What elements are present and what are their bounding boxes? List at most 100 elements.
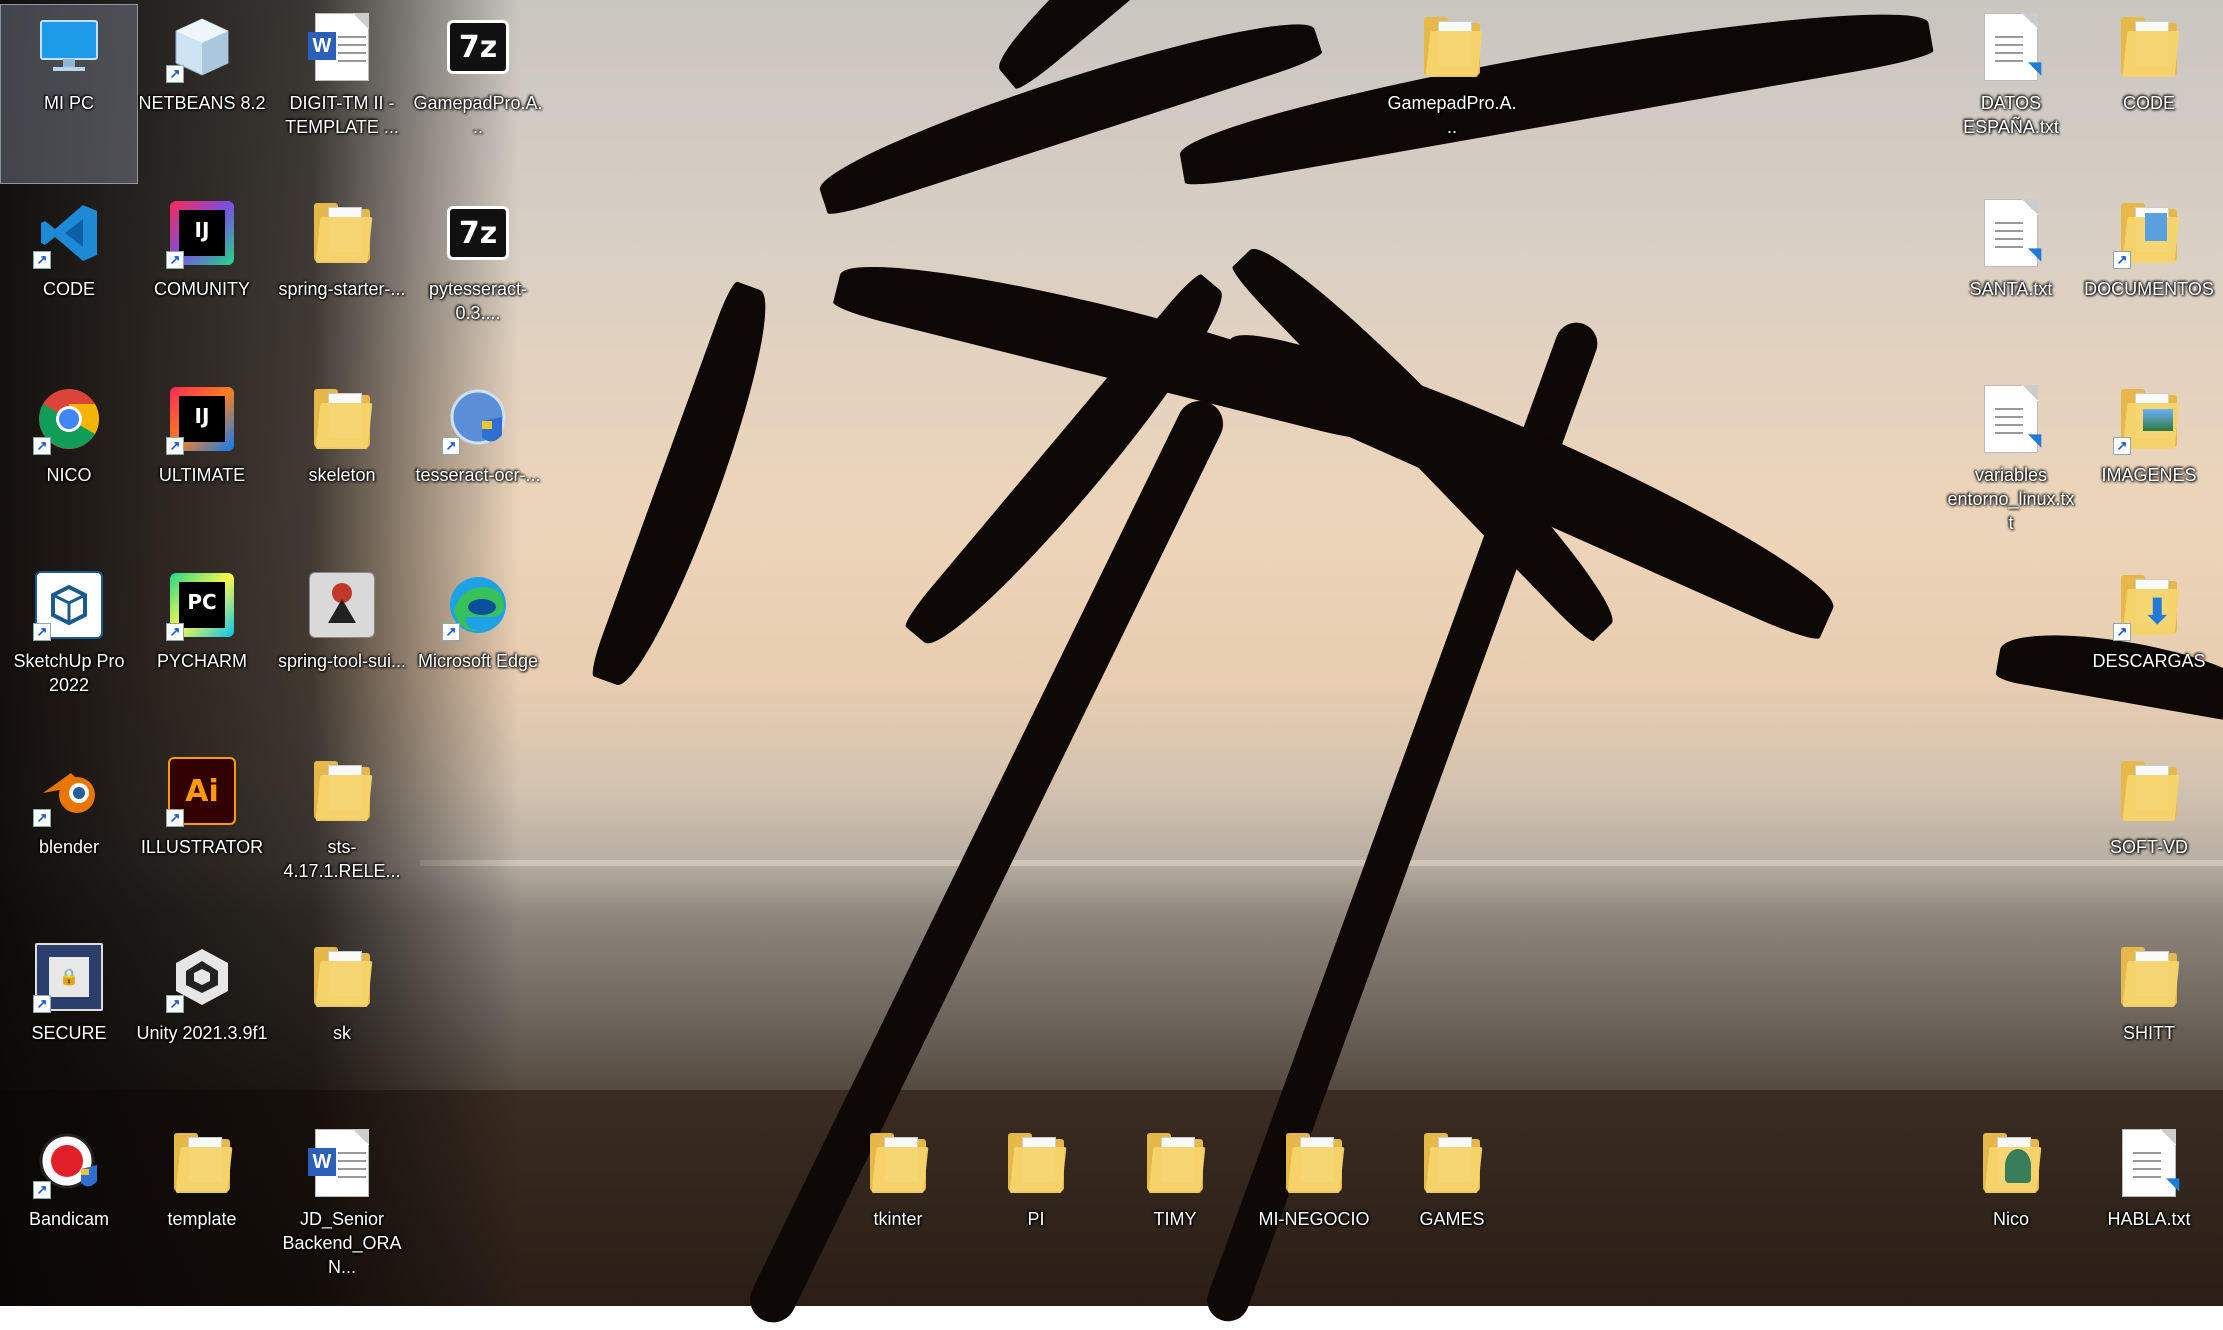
desktop-icon-descargas[interactable]: ⬇ ↗ DESCARGAS	[2080, 562, 2218, 742]
desktop-icon-nico[interactable]: Nico	[1942, 1120, 2080, 1300]
7zip-archive-icon: 7z	[442, 197, 514, 269]
desktop-icon-label: DESCARGAS	[2092, 651, 2206, 671]
desktop-icon-label: HABLA.txt	[2107, 1209, 2191, 1229]
desktop-icon-sk[interactable]: sk	[273, 934, 411, 1114]
shortcut-arrow-icon: ↗	[33, 623, 51, 641]
desktop-icon-label: GamepadPro.A...	[413, 93, 543, 137]
desktop-icon-label: tkinter	[873, 1209, 923, 1229]
folder-icon	[2113, 755, 2185, 827]
desktop-icon-spring-starter[interactable]: spring-starter-...	[273, 190, 411, 370]
desktop-icon-gamepadpro-a[interactable]: GamepadPro.A...	[1383, 4, 1521, 184]
7zip-archive-icon: 7z	[442, 11, 514, 83]
horizon-line	[420, 860, 2223, 866]
shortcut-arrow-icon: ↗	[442, 437, 460, 455]
computer-icon	[33, 11, 105, 83]
desktop-icon-variables-entorno-linux-txt[interactable]: ◥ variables entorno_linux.txt	[1942, 376, 2080, 556]
desktop-icon-comunity[interactable]: IJ ↗ COMUNITY	[133, 190, 271, 370]
desktop-icon-spring-tool-sui[interactable]: spring-tool-sui...	[273, 562, 411, 742]
bandicam-icon: ↗	[33, 1127, 105, 1199]
desktop-icon-label: SHITT	[2123, 1023, 2175, 1043]
desktop-icon-netbeans-8-2[interactable]: ↗ NETBEANS 8.2	[133, 4, 271, 184]
sketchup-icon: ↗	[33, 569, 105, 641]
desktop-icon-code[interactable]: ↗ CODE	[0, 190, 138, 370]
desktop-icon-label: TIMY	[1153, 1209, 1197, 1229]
desktop-icon-games[interactable]: GAMES	[1383, 1120, 1521, 1300]
desktop-icon-tesseract-ocr[interactable]: ↗ tesseract-ocr-...	[409, 376, 547, 556]
desktop-icon-pycharm[interactable]: PC ↗ PYCHARM	[133, 562, 271, 742]
folder-icon	[1139, 1127, 1211, 1199]
secure-app-icon: 🔒 ↗	[33, 941, 105, 1013]
desktop-icon-skeleton[interactable]: skeleton	[273, 376, 411, 556]
desktop-icon-datos-espa-a-txt[interactable]: ◥ DATOS ESPAÑA.txt	[1942, 4, 2080, 184]
edge-icon: ↗	[442, 569, 514, 641]
desktop-icon-documentos[interactable]: ↗ DOCUMENTOS	[2080, 190, 2218, 370]
desktop-icon-pi[interactable]: PI	[967, 1120, 1105, 1300]
desktop-icon-ultimate[interactable]: IJ ↗ ULTIMATE	[133, 376, 271, 556]
desktop-icon-imagenes[interactable]: ↗ IMAGENES	[2080, 376, 2218, 556]
intellij-community-icon: IJ ↗	[166, 197, 238, 269]
desktop-icon-label: Nico	[1992, 1209, 2029, 1229]
java-installer-icon	[306, 569, 378, 641]
desktop-icon-pytesseract-0-3[interactable]: 7z pytesseract-0.3....	[409, 190, 547, 370]
desktop-icon-label: SketchUp Pro 2022	[13, 651, 125, 695]
text-document-icon: ◥	[1975, 11, 2047, 83]
desktop-icon-label: Unity 2021.3.9f1	[136, 1023, 268, 1043]
folder-icon	[1416, 1127, 1488, 1199]
desktop-icon-shitt[interactable]: SHITT	[2080, 934, 2218, 1114]
text-document-icon: ◥	[1975, 383, 2047, 455]
desktop-icon-unity-2021-3-9f1[interactable]: ↗ Unity 2021.3.9f1	[133, 934, 271, 1114]
shortcut-arrow-icon: ↗	[166, 65, 184, 83]
desktop-icon-illustrator[interactable]: Ai ↗ ILLUSTRATOR	[133, 748, 271, 928]
shortcut-arrow-icon: ↗	[166, 995, 184, 1013]
folder-icon	[306, 941, 378, 1013]
desktop-icon-soft-vd[interactable]: SOFT-VD	[2080, 748, 2218, 928]
desktop-icon-label: Bandicam	[28, 1209, 110, 1229]
desktop-icon-bandicam[interactable]: ↗ Bandicam	[0, 1120, 138, 1300]
desktop-icon-microsoft-edge[interactable]: ↗ Microsoft Edge	[409, 562, 547, 742]
shortcut-arrow-icon: ↗	[2113, 623, 2131, 641]
desktop-icon-label: PI	[1027, 1209, 1045, 1229]
desktop-icon-habla-txt[interactable]: ◥ HABLA.txt	[2080, 1120, 2218, 1300]
installer-shield-icon: ↗	[442, 383, 514, 455]
desktop-icon-jd-senior-backend-oran[interactable]: W JD_Senior Backend_ORAN...	[273, 1120, 411, 1300]
desktop-icon-secure[interactable]: 🔒 ↗ SECURE	[0, 934, 138, 1114]
desktop-icon-label: DIGIT-TM II - TEMPLATE ...	[285, 93, 399, 137]
desktop-icon-nico[interactable]: ↗ NICO	[0, 376, 138, 556]
shortcut-arrow-icon: ↗	[2113, 437, 2131, 455]
desktop-icon-label: pytesseract-0.3....	[428, 279, 528, 323]
desktop-icon-gamepadpro-a[interactable]: 7z GamepadPro.A...	[409, 4, 547, 184]
desktop-icon-sketchup-pro-2022[interactable]: ↗ SketchUp Pro 2022	[0, 562, 138, 742]
desktop-icon-tkinter[interactable]: tkinter	[829, 1120, 967, 1300]
desktop-icon-label: CODE	[42, 279, 95, 299]
folder-icon	[2113, 941, 2185, 1013]
desktop-icon-label: NETBEANS 8.2	[138, 93, 266, 113]
desktop-icon-timy[interactable]: TIMY	[1106, 1120, 1244, 1300]
folder-icon	[1000, 1127, 1072, 1199]
shortcut-arrow-icon: ↗	[166, 623, 184, 641]
desktop-icon-label: CODE	[2122, 93, 2175, 113]
folder-icon	[1416, 11, 1488, 83]
vscode-icon: ↗	[33, 197, 105, 269]
desktop-icon-sts-4-17-1-rele[interactable]: sts-4.17.1.RELE...	[273, 748, 411, 928]
word-document-icon: W	[306, 11, 378, 83]
desktop-icon-digit-tm-ii-template[interactable]: W DIGIT-TM II - TEMPLATE ...	[273, 4, 411, 184]
intellij-ultimate-icon: IJ ↗	[166, 383, 238, 455]
pictures-folder-icon: ↗	[2113, 383, 2185, 455]
desktop-icon-label: SOFT-VD	[2109, 837, 2188, 857]
desktop-icon-mi-negocio[interactable]: MI-NEGOCIO	[1245, 1120, 1383, 1300]
desktop-icon-mi-pc[interactable]: MI PC	[0, 4, 138, 184]
folder-icon	[166, 1127, 238, 1199]
text-document-icon: ◥	[1975, 197, 2047, 269]
chrome-icon: ↗	[33, 383, 105, 455]
desktop-icon-label: sts-4.17.1.RELE...	[283, 837, 401, 881]
desktop-icon-santa-txt[interactable]: ◥ SANTA.txt	[1942, 190, 2080, 370]
desktop-icon-template[interactable]: template	[133, 1120, 271, 1300]
desktop-icon-code[interactable]: CODE	[2080, 4, 2218, 184]
desktop-icon-label: MI PC	[43, 93, 94, 113]
desktop-icon-label: NICO	[46, 465, 92, 485]
folder-icon	[306, 755, 378, 827]
desktop-icon-blender[interactable]: ↗ blender	[0, 748, 138, 928]
shortcut-arrow-icon: ↗	[33, 809, 51, 827]
folder-icon	[1278, 1127, 1350, 1199]
shortcut-arrow-icon: ↗	[166, 809, 184, 827]
